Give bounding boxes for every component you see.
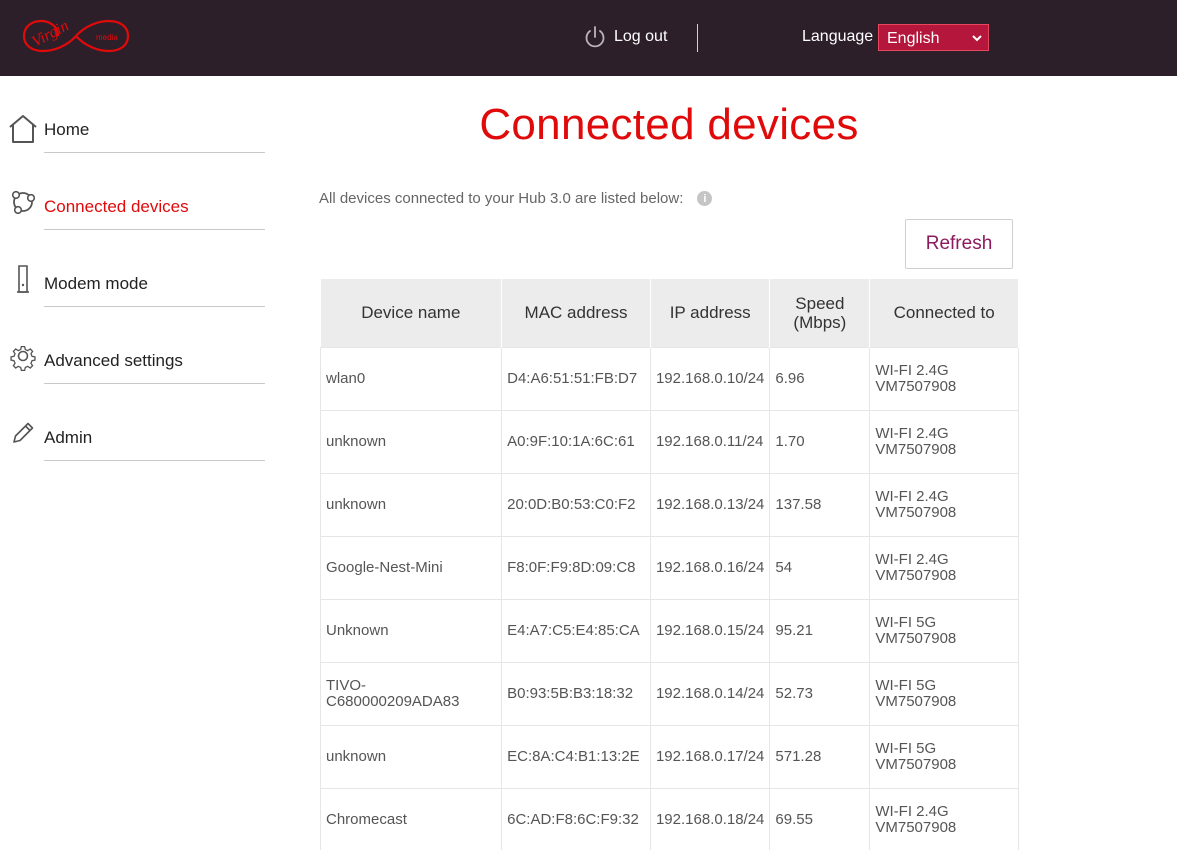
sidebar-item-label: Home xyxy=(44,120,90,139)
info-icon[interactable]: i xyxy=(697,191,713,206)
table-header-row: Device name MAC address IP address Speed… xyxy=(320,279,1019,347)
mac-address-cell: A0:9F:10:1A:6C:61 xyxy=(501,409,651,473)
ip-address-cell: 192.168.0.15/24 xyxy=(650,598,771,662)
mac-address-cell: 6C:AD:F8:6C:F9:32 xyxy=(501,787,651,850)
language-label: Language xyxy=(802,28,874,45)
ip-address-cell: 192.168.0.14/24 xyxy=(650,661,771,725)
speed-cell: 1.70 xyxy=(769,409,871,473)
connected-to-cell: WI-FI 2.4G VM7507908 xyxy=(869,535,1019,599)
column-header-device-name: Device name xyxy=(320,279,503,347)
sidebar-item-home[interactable]: Home xyxy=(0,100,266,176)
mac-address-cell: EC:8A:C4:B1:13:2E xyxy=(501,724,651,788)
svg-text:media: media xyxy=(96,33,118,42)
ip-address-cell: 192.168.0.16/24 xyxy=(650,535,771,599)
speed-cell: 54 xyxy=(769,535,871,599)
intro-text: All devices connected to your Hub 3.0 ar… xyxy=(319,190,713,207)
sidebar-item-label: Modem mode xyxy=(44,274,148,293)
sidebar-divider xyxy=(44,306,265,307)
table-row: Chromecast 6C:AD:F8:6C:F9:32 192.168.0.18/… xyxy=(319,787,1019,850)
table-row: wlan0 D4:A6:51:51:FB:D7 192.168.0.10/24 6.9… xyxy=(319,346,1019,410)
sidebar-item-connected-devices[interactable]: Connected devices xyxy=(0,177,266,253)
connected-to-cell: WI-FI 2.4G VM7507908 xyxy=(869,787,1019,850)
sidebar-item-admin[interactable]: Admin xyxy=(0,408,266,484)
table-body: wlan0 D4:A6:51:51:FB:D7 192.168.0.10/24 6.9… xyxy=(319,346,1019,850)
sidebar-item-label: Admin xyxy=(44,428,93,447)
intro-label: All devices connected to your Hub 3.0 ar… xyxy=(319,190,684,207)
refresh-label: Refresh xyxy=(925,233,993,254)
column-header-mac-address: MAC address xyxy=(501,279,651,347)
sidebar-divider xyxy=(44,460,265,461)
mac-address-cell: B0:93:5B:B3:18:32 xyxy=(501,661,651,725)
table-row: unknown 20:0D:B0:53:C0:F2 192.168.0.13/24 1… xyxy=(319,472,1019,536)
mac-address-cell: D4:A6:51:51:FB:D7 xyxy=(501,346,651,410)
table-row: unknown A0:9F:10:1A:6C:61 192.168.0.11/24 1… xyxy=(319,409,1019,473)
page-title: Connected devices xyxy=(479,100,859,149)
refresh-button[interactable]: Refresh xyxy=(905,219,1013,269)
logout-button[interactable]: Log out xyxy=(584,24,667,50)
ip-address-cell: 192.168.0.10/24 xyxy=(650,346,771,410)
connected-to-cell: WI-FI 5G VM7507908 xyxy=(869,661,1019,725)
devices-icon xyxy=(6,185,40,219)
sidebar-divider xyxy=(44,152,265,153)
sidebar-divider xyxy=(44,229,265,230)
language-selected-value: English xyxy=(887,29,940,47)
column-header-connected-to: Connected to xyxy=(869,279,1019,347)
device-name-cell: TIVO-C680000209ADA83 xyxy=(319,661,503,725)
chevron-down-icon xyxy=(972,35,982,42)
device-name-cell: Google-Nest-Mini xyxy=(319,535,503,599)
top-header: Virgin media Log out Language English xyxy=(0,0,1177,76)
table-row: TIVO-C680000209ADA83 B0:93:5B:B3:18:32 192… xyxy=(319,661,1019,725)
device-name-cell: Chromecast xyxy=(319,787,503,850)
power-icon xyxy=(585,26,605,48)
speed-cell: 6.96 xyxy=(769,346,871,410)
connected-to-cell: WI-FI 2.4G VM7507908 xyxy=(869,409,1019,473)
device-name-cell: unknown xyxy=(319,409,503,473)
connected-to-cell: WI-FI 2.4G VM7507908 xyxy=(869,346,1019,410)
sidebar-item-label: Connected devices xyxy=(44,197,189,216)
mac-address-cell: E4:A7:C5:E4:85:CA xyxy=(501,598,651,662)
gear-icon xyxy=(6,339,40,373)
header-divider xyxy=(697,24,698,52)
speed-cell: 69.55 xyxy=(769,787,871,850)
device-name-cell: unknown xyxy=(319,472,503,536)
connected-devices-table: Device name MAC address IP address Speed… xyxy=(319,279,1019,850)
ip-address-cell: 192.168.0.11/24 xyxy=(650,409,771,473)
connected-to-cell: WI-FI 5G VM7507908 xyxy=(869,724,1019,788)
table-row: unknown EC:8A:C4:B1:13:2E 192.168.0.17/24 5… xyxy=(319,724,1019,788)
pencil-icon xyxy=(6,416,40,450)
device-name-cell: wlan0 xyxy=(319,346,503,410)
modem-icon xyxy=(6,262,40,296)
ip-address-cell: 192.168.0.17/24 xyxy=(650,724,771,788)
mac-address-cell: F8:0F:F9:8D:09:C8 xyxy=(501,535,651,599)
virgin-media-logo[interactable]: Virgin media xyxy=(20,2,132,70)
device-name-cell: Unknown xyxy=(319,598,503,662)
sidebar-item-label: Advanced settings xyxy=(44,351,183,370)
table-row: Google-Nest-Mini F8:0F:F9:8D:09:C8 192.168… xyxy=(319,535,1019,599)
speed-cell: 95.21 xyxy=(769,598,871,662)
ip-address-cell: 192.168.0.13/24 xyxy=(650,472,771,536)
sidebar-divider xyxy=(44,383,265,384)
table-row: Unknown E4:A7:C5:E4:85:CA 192.168.0.15/24 9… xyxy=(319,598,1019,662)
column-header-ip-address: IP address xyxy=(650,279,771,347)
speed-cell: 52.73 xyxy=(769,661,871,725)
sidebar-item-advanced-settings[interactable]: Advanced settings xyxy=(0,331,266,407)
mac-address-cell: 20:0D:B0:53:C0:F2 xyxy=(501,472,651,536)
column-header-speed: Speed (Mbps) xyxy=(769,279,871,347)
sidebar-item-modem-mode[interactable]: Modem mode xyxy=(0,254,266,330)
ip-address-cell: 192.168.0.18/24 xyxy=(650,787,771,850)
language-select[interactable]: English xyxy=(878,24,989,51)
speed-cell: 137.58 xyxy=(769,472,871,536)
speed-cell: 571.28 xyxy=(769,724,871,788)
connected-to-cell: WI-FI 2.4G VM7507908 xyxy=(869,472,1019,536)
home-icon xyxy=(6,112,40,146)
connected-to-cell: WI-FI 5G VM7507908 xyxy=(869,598,1019,662)
device-name-cell: unknown xyxy=(319,724,503,788)
logout-label: Log out xyxy=(614,28,668,45)
